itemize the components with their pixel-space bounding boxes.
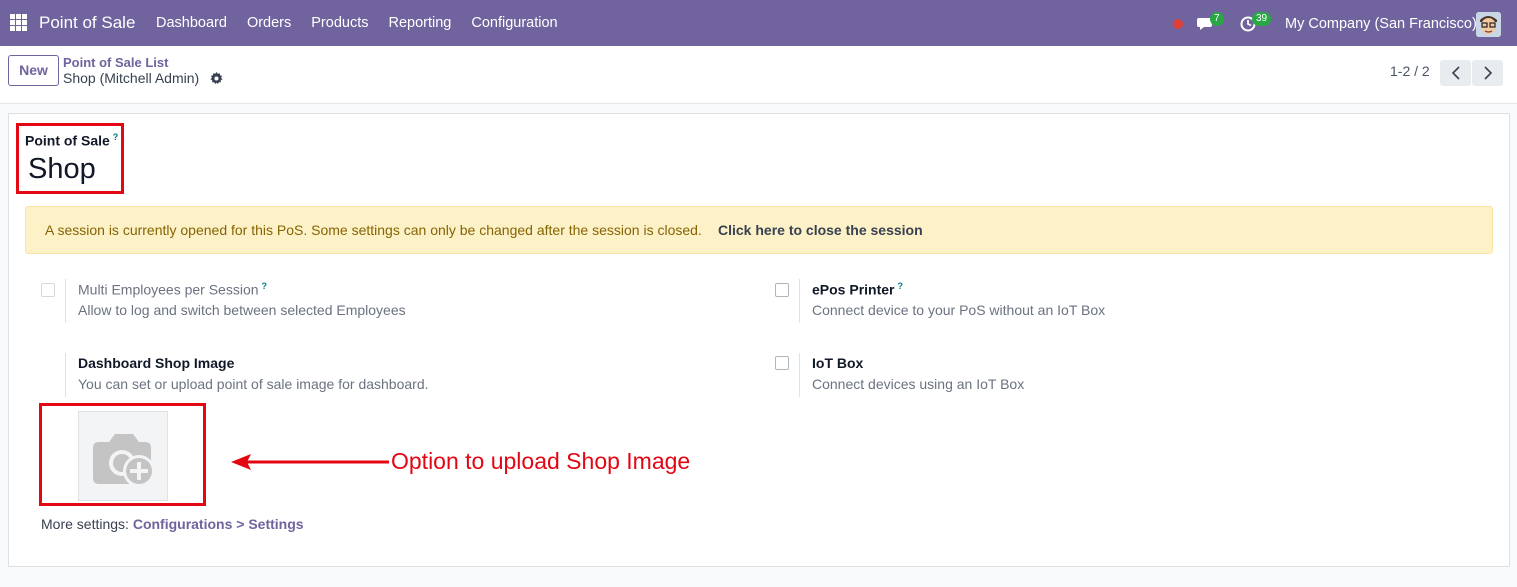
- app-brand[interactable]: Point of Sale: [39, 13, 135, 33]
- chat-count-badge: 7: [1210, 12, 1224, 26]
- dashboard-shop-image-desc: You can set or upload point of sale imag…: [78, 376, 429, 392]
- setting-divider: [65, 279, 66, 323]
- recording-indicator-icon[interactable]: [1173, 19, 1183, 29]
- apps-grid-icon[interactable]: [10, 14, 27, 31]
- dashboard-shop-image-title: Dashboard Shop Image: [78, 355, 235, 371]
- iot-box-checkbox[interactable]: [775, 356, 789, 370]
- annotation-text: Option to upload Shop Image: [391, 448, 691, 474]
- help-tooltip-icon[interactable]: ?: [897, 281, 903, 291]
- annotation-arrow-icon: [231, 454, 389, 470]
- menu-orders[interactable]: Orders: [247, 15, 291, 31]
- user-avatar[interactable]: [1476, 12, 1501, 37]
- iot-box-desc: Connect devices using an IoT Box: [812, 376, 1025, 392]
- setting-divider: [799, 279, 800, 323]
- highlight-box-image: [39, 403, 206, 506]
- top-navbar: Point of Sale Dashboard Orders Products …: [0, 0, 1517, 46]
- epos-printer-title: ePos Printer?: [812, 281, 903, 298]
- iot-box-title: IoT Box: [812, 355, 864, 371]
- session-warning-alert: A session is currently opened for this P…: [25, 206, 1493, 254]
- multi-employees-checkbox[interactable]: [41, 283, 55, 297]
- breadcrumb-current: Shop (Mitchell Admin): [63, 70, 200, 86]
- menu-configuration[interactable]: Configuration: [471, 15, 557, 31]
- menu-products[interactable]: Products: [311, 15, 368, 31]
- multi-employees-title: Multi Employees per Session?: [78, 281, 267, 298]
- company-switcher[interactable]: My Company (San Francisco): [1285, 16, 1477, 32]
- close-session-button[interactable]: Click here to close the session: [718, 222, 923, 238]
- more-settings: More settings: Configurations > Settings: [41, 516, 304, 532]
- epos-printer-title-text: ePos Printer: [812, 281, 895, 298]
- breadcrumb-parent-link[interactable]: Point of Sale List: [63, 55, 168, 70]
- help-tooltip-icon[interactable]: ?: [262, 281, 268, 291]
- more-settings-prefix: More settings:: [41, 516, 129, 532]
- new-button[interactable]: New: [8, 55, 59, 86]
- menu-reporting[interactable]: Reporting: [389, 15, 452, 31]
- menu-dashboard[interactable]: Dashboard: [156, 15, 227, 31]
- control-panel: New Point of Sale List Shop (Mitchell Ad…: [0, 46, 1517, 104]
- multi-employees-title-text: Multi Employees per Session: [78, 281, 259, 298]
- alert-message: A session is currently opened for this P…: [45, 222, 702, 238]
- activity-count-badge: 39: [1252, 12, 1272, 26]
- gear-icon[interactable]: [210, 72, 223, 85]
- main-menu: Dashboard Orders Products Reporting Conf…: [156, 15, 578, 31]
- chevron-left-icon: [1451, 66, 1460, 80]
- chevron-right-icon: [1483, 66, 1492, 80]
- pager-next-button[interactable]: [1472, 60, 1503, 86]
- avatar-face-icon: [1476, 12, 1501, 37]
- setting-divider: [65, 353, 66, 397]
- epos-printer-checkbox[interactable]: [775, 283, 789, 297]
- configurations-settings-link[interactable]: Configurations > Settings: [133, 516, 304, 532]
- pager-value[interactable]: 1-2 / 2: [1390, 63, 1430, 79]
- epos-printer-desc: Connect device to your PoS without an Io…: [812, 302, 1106, 318]
- setting-divider: [799, 353, 800, 397]
- multi-employees-desc: Allow to log and switch between selected…: [78, 302, 406, 318]
- highlight-box-name: [16, 123, 124, 194]
- pager-previous-button[interactable]: [1440, 60, 1471, 86]
- form-sheet: [8, 113, 1510, 567]
